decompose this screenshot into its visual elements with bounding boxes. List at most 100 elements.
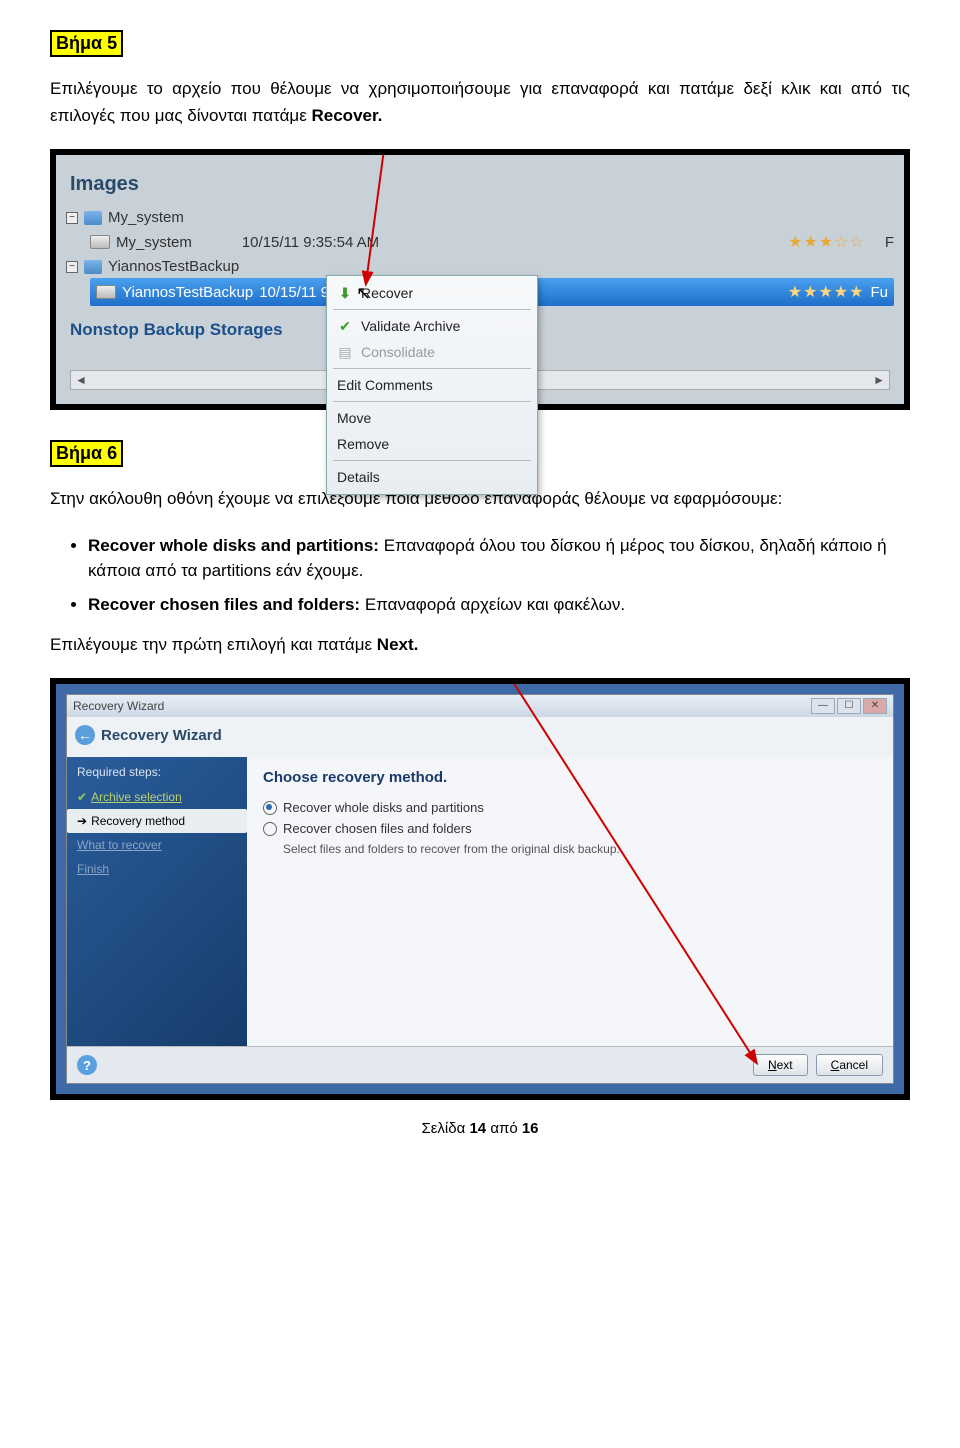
bullet-2: Recover chosen files and folders: Επαναφ…: [88, 592, 910, 618]
menu-consolidate: ▤ Consolidate: [327, 339, 537, 365]
menu-separator: [333, 368, 531, 369]
disk-icon: [90, 235, 110, 249]
step-6-after-text: Επιλέγουμε την πρώτη επιλογή και πατάμε: [50, 635, 377, 654]
sidebar-finish-label: Finish: [77, 862, 109, 876]
context-menu: ⬇ Recover ✔ Validate Archive ▤ Consolida…: [326, 275, 538, 495]
item-date: 10/15/11 9:35:54 AM: [242, 234, 379, 251]
radio-icon[interactable]: [263, 822, 277, 836]
highlighted-suffix: Fu: [870, 284, 888, 301]
menu-details-label: Details: [337, 469, 380, 485]
bullet-2-rest: Επαναφορά αρχείων και φακέλων.: [365, 595, 625, 614]
bullet-2-bold: Recover chosen files and folders:: [88, 595, 360, 614]
bullet-list: Recover whole disks and partitions: Επαν…: [50, 533, 910, 618]
wizard-main: Choose recovery method. Recover whole di…: [247, 757, 893, 1046]
menu-move[interactable]: Move: [327, 405, 537, 431]
recover-arrow-icon: ⬇: [337, 285, 353, 301]
item-label: My_system: [116, 234, 192, 251]
folder-label: YiannosTestBackup: [108, 258, 239, 275]
wizard-titlebar: Recovery Wizard — ☐ ✕: [67, 695, 893, 717]
radio-option-2[interactable]: Recover chosen files and folders: [263, 821, 877, 836]
help-icon[interactable]: ?: [77, 1055, 97, 1075]
page-footer: Σελίδα 14 από 16: [50, 1120, 910, 1137]
menu-separator: [333, 460, 531, 461]
images-title: Images: [70, 173, 894, 196]
menu-move-label: Move: [337, 410, 371, 426]
rating-stars-icon: ★★★☆☆: [788, 232, 865, 252]
expander-icon[interactable]: −: [66, 212, 78, 224]
footer-page: 14: [469, 1120, 486, 1137]
rating-suffix: F: [885, 234, 894, 251]
cancel-button[interactable]: Cancel: [816, 1054, 883, 1076]
step-6-after: Επιλέγουμε την πρώτη επιλογή και πατάμε …: [50, 631, 910, 658]
radio-1-label: Recover whole disks and partitions: [283, 800, 484, 815]
next-button-label: ext: [777, 1058, 793, 1072]
minimize-button[interactable]: —: [811, 698, 835, 714]
back-arrow-icon[interactable]: ←: [75, 725, 95, 745]
tree-folder-mysystem[interactable]: − My_system: [66, 206, 894, 229]
check-icon: ✔: [77, 790, 87, 804]
footer-mid: από: [490, 1120, 522, 1137]
rating-stars-icon: ★★★★★: [788, 282, 865, 302]
next-button[interactable]: Next: [753, 1054, 808, 1076]
folder-label: My_system: [108, 209, 184, 226]
expander-icon[interactable]: −: [66, 261, 78, 273]
wizard-sidebar: Required steps: ✔ Archive selection ➔ Re…: [67, 757, 247, 1046]
screenshot-1: Images − My_system My_system 10/15/11 9:…: [50, 149, 910, 410]
choose-method-title: Choose recovery method.: [263, 769, 877, 786]
menu-separator: [333, 309, 531, 310]
sidebar-step-archive[interactable]: ✔ Archive selection: [77, 785, 237, 809]
maximize-button[interactable]: ☐: [837, 698, 861, 714]
menu-separator: [333, 401, 531, 402]
menu-validate[interactable]: ✔ Validate Archive: [327, 313, 537, 339]
radio-2-label: Recover chosen files and folders: [283, 821, 472, 836]
step-6-after-bold: Next.: [377, 635, 419, 654]
window-buttons: — ☐ ✕: [811, 698, 887, 714]
validate-icon: ✔: [337, 318, 353, 334]
step-6-label: Βήμα 6: [50, 440, 123, 467]
footer-prefix: Σελίδα: [421, 1120, 469, 1137]
sidebar-method-label: Recovery method: [91, 814, 185, 828]
cursor-icon: ↖: [356, 283, 371, 304]
bullet-1-bold: Recover whole disks and partitions:: [88, 536, 379, 555]
consolidate-icon: ▤: [337, 344, 353, 360]
footer-total: 16: [522, 1120, 539, 1137]
screenshot-1-inner: Images − My_system My_system 10/15/11 9:…: [56, 155, 904, 404]
wizard-header-text: Recovery Wizard: [101, 727, 222, 744]
folder-icon: [84, 211, 102, 225]
radio-icon[interactable]: [263, 801, 277, 815]
menu-edit-comments[interactable]: Edit Comments: [327, 372, 537, 398]
highlighted-label: YiannosTestBackup: [122, 284, 253, 301]
wizard-header: ← Recovery Wizard: [75, 721, 885, 753]
scroll-right-icon[interactable]: ►: [873, 373, 885, 387]
screenshot-2: Recovery Wizard — ☐ ✕ ← Recovery Wizard …: [50, 678, 910, 1100]
radio-2-desc: Select files and folders to recover from…: [283, 842, 877, 856]
step-5-label: Βήμα 5: [50, 30, 123, 57]
sidebar-required-label: Required steps:: [77, 765, 237, 779]
sidebar-step-finish[interactable]: Finish: [77, 857, 237, 881]
radio-option-1[interactable]: Recover whole disks and partitions: [263, 800, 877, 815]
sidebar-what-label: What to recover: [77, 838, 162, 852]
bullet-1: Recover whole disks and partitions: Επαν…: [88, 533, 910, 584]
step-5-paragraph: Επιλέγουμε το αρχείο που θέλουμε να χρησ…: [50, 75, 910, 129]
sidebar-step-method[interactable]: ➔ Recovery method: [67, 809, 247, 833]
wizard-footer: ? Next Cancel: [67, 1046, 893, 1083]
folder-icon: [84, 260, 102, 274]
step-5-text: Επιλέγουμε το αρχείο που θέλουμε να χρησ…: [50, 79, 910, 125]
step-5-bold: Recover.: [312, 106, 383, 125]
sidebar-step-what[interactable]: What to recover: [77, 833, 237, 857]
menu-validate-label: Validate Archive: [361, 318, 460, 334]
scroll-left-icon[interactable]: ◄: [75, 373, 87, 387]
sidebar-archive-label: Archive selection: [91, 790, 182, 804]
menu-remove-label: Remove: [337, 436, 389, 452]
wizard-titlebar-text: Recovery Wizard: [73, 699, 164, 713]
menu-edit-label: Edit Comments: [337, 377, 433, 393]
close-button[interactable]: ✕: [863, 698, 887, 714]
wizard-window: Recovery Wizard — ☐ ✕ ← Recovery Wizard …: [66, 694, 894, 1084]
wizard-body: Required steps: ✔ Archive selection ➔ Re…: [67, 757, 893, 1046]
menu-remove[interactable]: Remove: [327, 431, 537, 457]
tree-item-mysystem[interactable]: My_system 10/15/11 9:35:54 AM ★★★☆☆ F: [90, 229, 894, 255]
menu-consolidate-label: Consolidate: [361, 344, 435, 360]
menu-details[interactable]: Details: [327, 464, 537, 490]
disk-icon: [96, 285, 116, 299]
arrow-icon: ➔: [77, 814, 87, 828]
